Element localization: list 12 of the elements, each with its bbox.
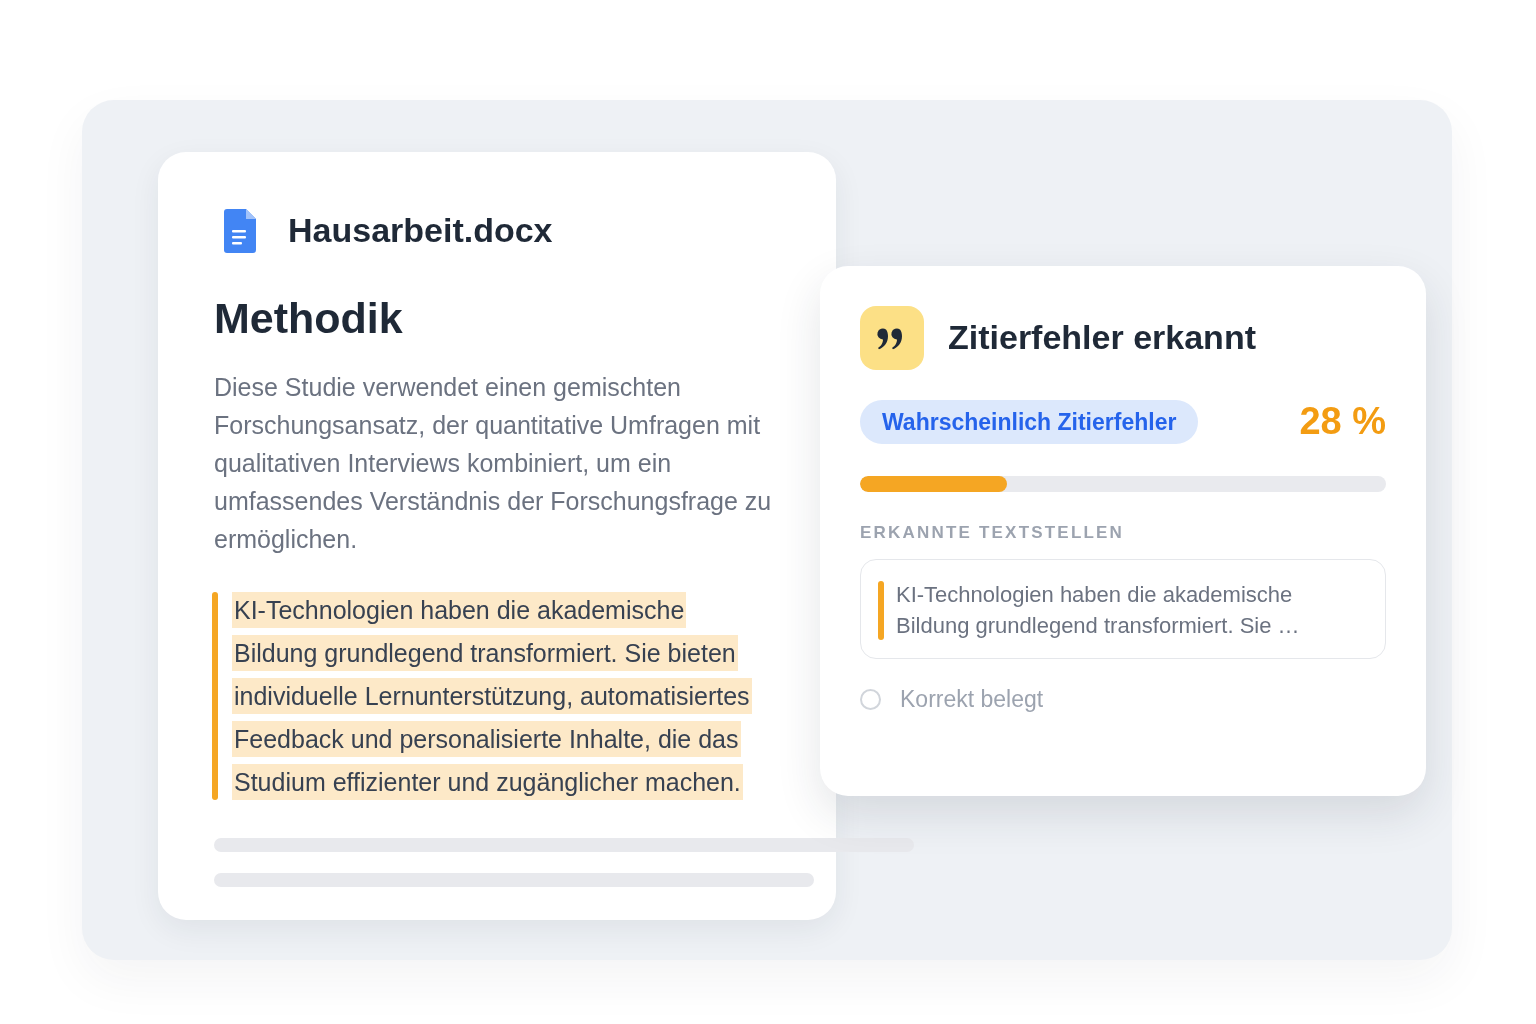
option-label: Korrekt belegt [900,686,1044,714]
excerpt-text: KI-Technologien haben die akademische Bildung grundlegend transformiert. Sie … [896,581,1301,640]
radio-button[interactable] [860,689,881,711]
score-value: 28 % [1299,401,1386,443]
quote-icon [860,306,924,370]
document-paragraph: Diese Studie verwendet einen gemischten Forschungsansatz, der quantitative Umfragen mit qualitativen Interviews kombiniert, um ein umfassendes Verständnis der Forschungsfrage zu ermöglichen. [214,372,773,555]
document-heading: Methodik [214,294,404,342]
section-label: ERKANNTE TEXTSTELLEN [860,523,1126,543]
verdict-badge: Wahrscheinlich Zitierfehler [860,400,1199,444]
file-name: Hausarbeit.docx [288,211,553,251]
result-title: Zitierfehler erkannt [948,318,1256,358]
document-icon [224,209,256,253]
